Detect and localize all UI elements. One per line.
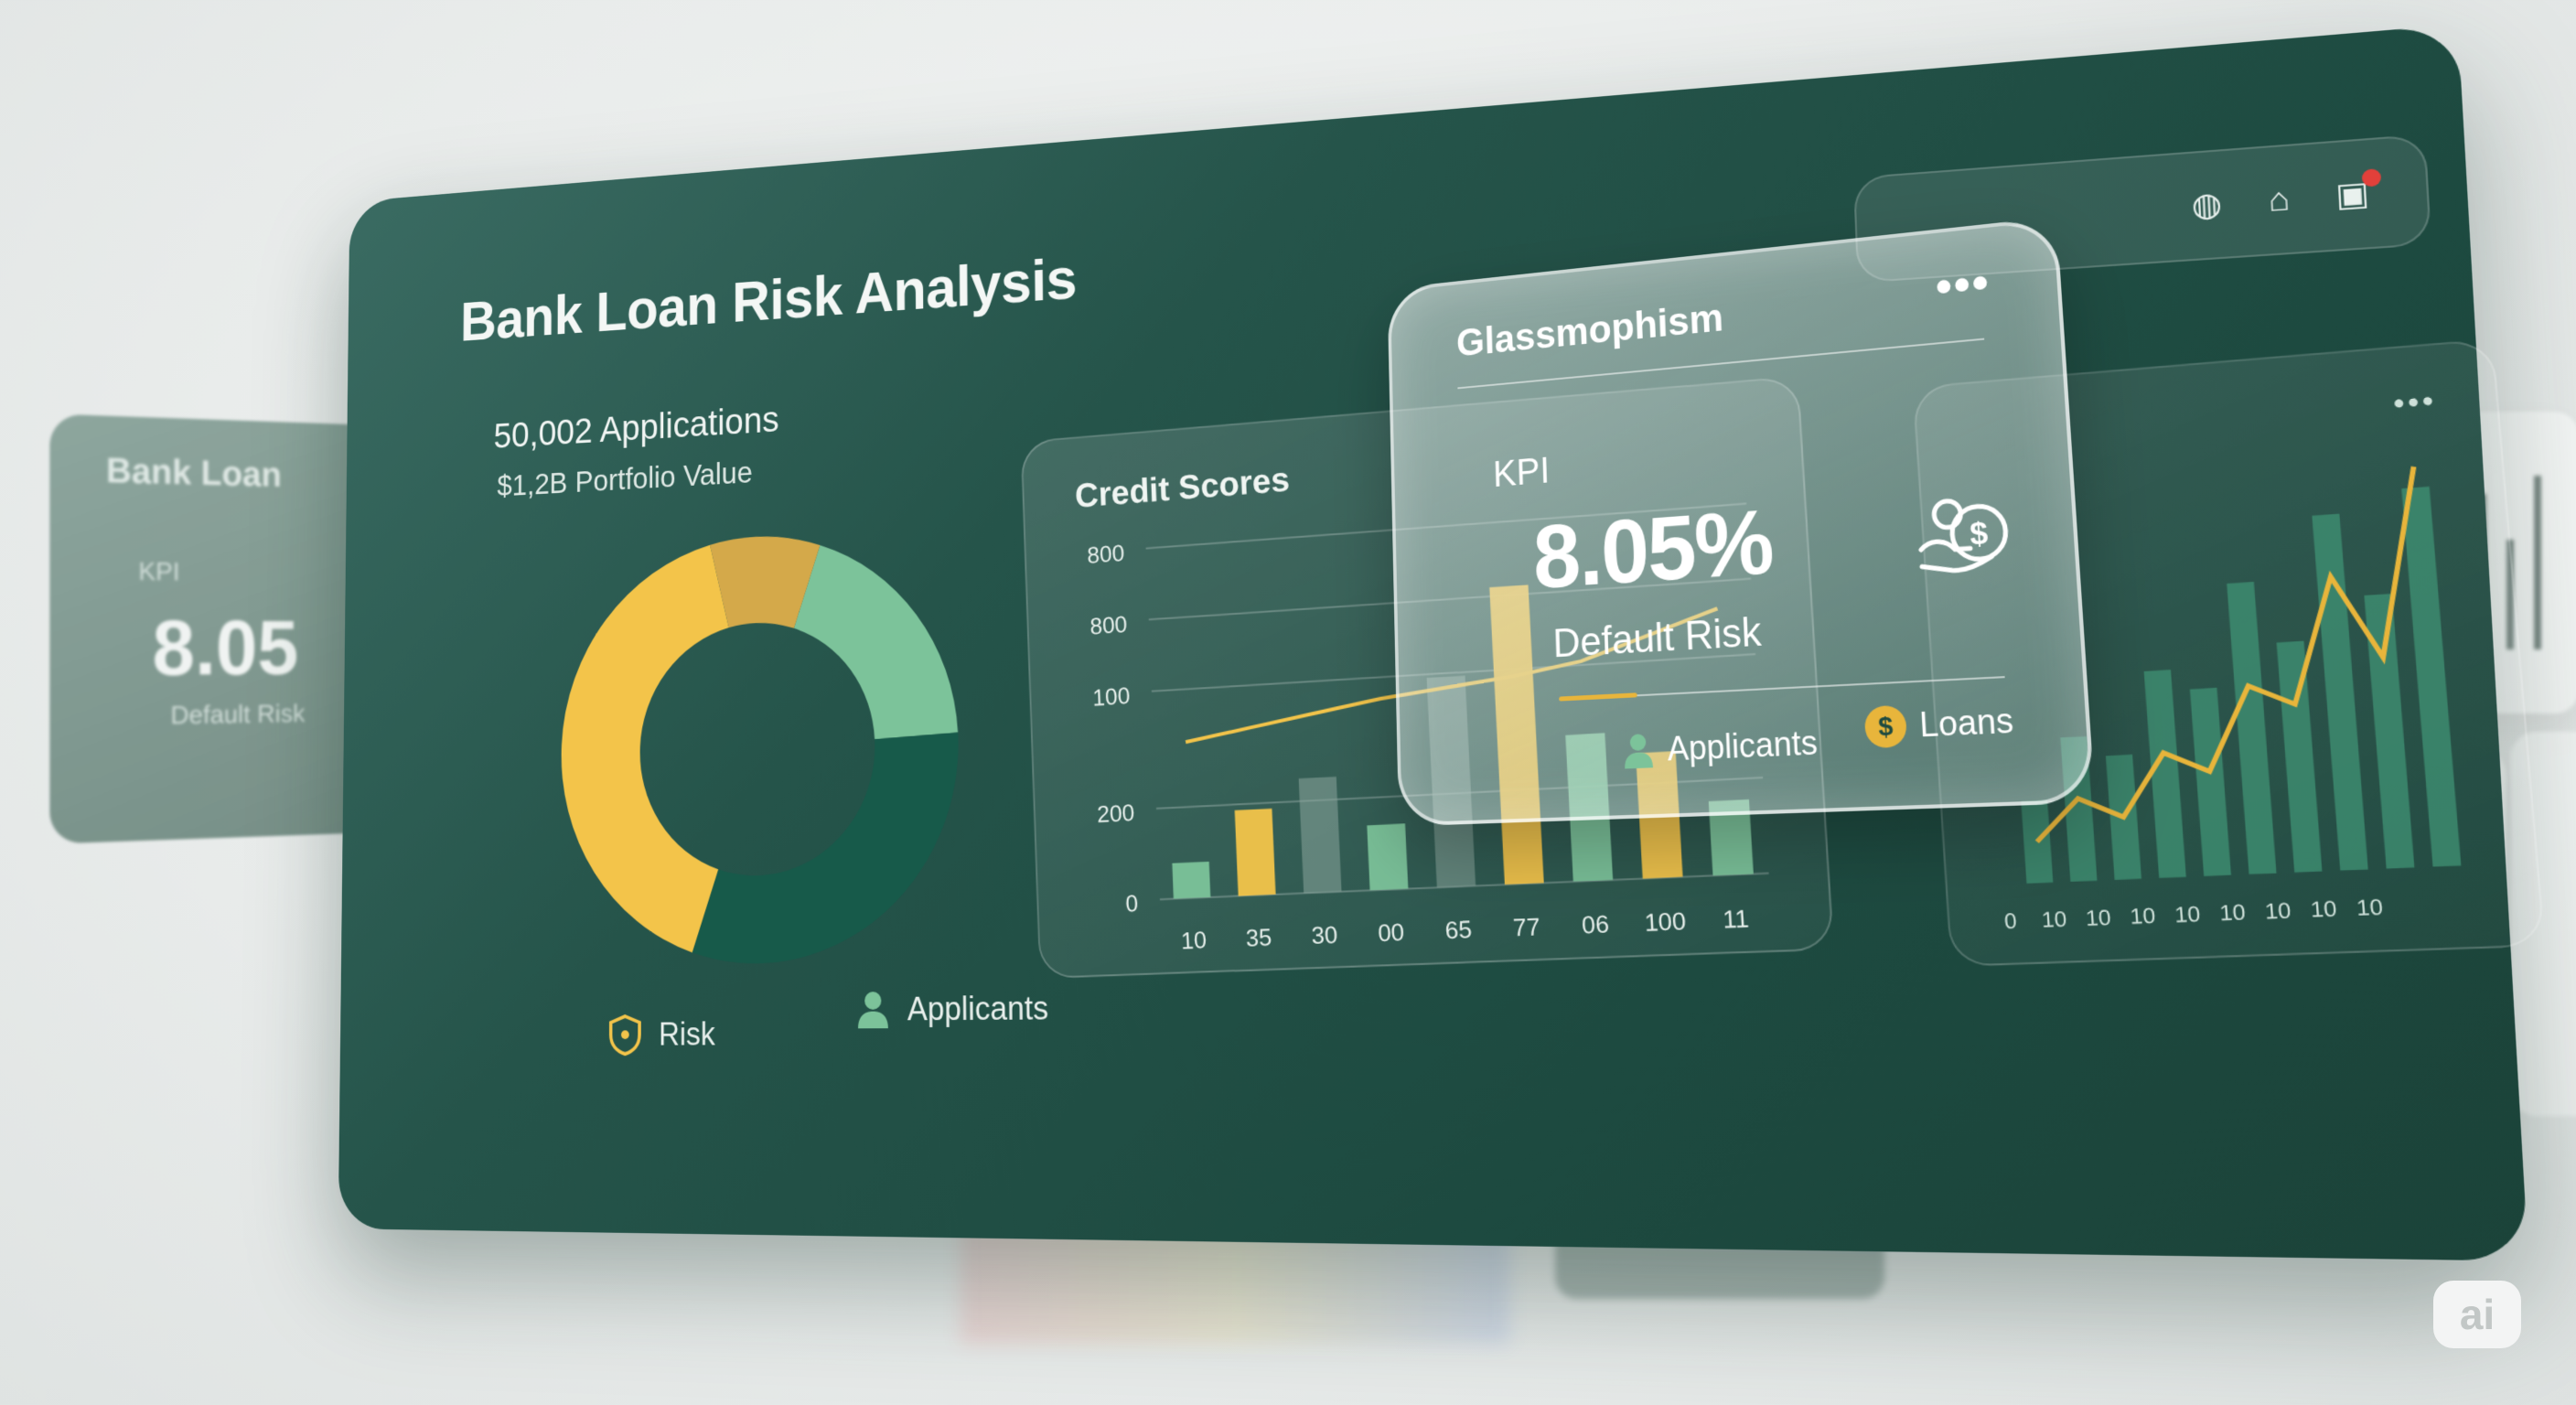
credit-bar [1367, 823, 1409, 891]
donut-chart [560, 533, 961, 965]
x-tick-label: 11 [1722, 906, 1749, 934]
legend-applicants[interactable]: Applicants [855, 988, 1048, 1031]
bell-icon[interactable]: ⌂ [2258, 179, 2302, 220]
x-tick-label: 35 [1245, 925, 1272, 952]
trend-bar [2312, 513, 2368, 871]
glass-kpi-card: Glassmophism ••• KPI 8.05% Default Risk … [1387, 216, 2096, 827]
glass-legend-applicants[interactable]: Applicants [1621, 724, 1819, 771]
ghost-card-value: 8.05 [152, 604, 299, 692]
shield-icon [607, 1013, 642, 1056]
svg-text:$: $ [1969, 515, 1989, 552]
credit-bar [1298, 776, 1342, 894]
x-tick-label: 77 [1512, 914, 1540, 942]
trend-x-tick-label: 0 [2003, 909, 2017, 934]
legend-risk-label: Risk [659, 1015, 715, 1053]
y-tick-label: 800 [1089, 612, 1128, 640]
coin-icon: $ [1863, 704, 1908, 749]
trend-x-tick-label: 10 [2264, 898, 2292, 924]
credit-bar [1172, 861, 1211, 899]
more-menu-icon[interactable]: ••• [1934, 255, 1991, 314]
glass-legend-applicants-label: Applicants [1666, 723, 1819, 768]
ghost-card-label: Default Risk [170, 699, 306, 730]
x-tick-label: 10 [1181, 928, 1208, 955]
x-tick-label: 06 [1581, 911, 1610, 939]
donut-segment-green-light [793, 538, 959, 742]
portfolio-value: $1,2B Portfolio Value [497, 456, 753, 503]
globe-icon[interactable]: ◍ [2185, 185, 2228, 226]
donut-segment-green-dark [692, 732, 961, 965]
trend-x-tick-label: 10 [2218, 900, 2246, 926]
trend-bar [2189, 687, 2232, 876]
trend-bar [2401, 486, 2462, 867]
default-risk-value: 8.05% [1531, 490, 1775, 608]
kpi-label: KPI [1492, 448, 1551, 495]
glass-legend-loans-label: Loans [1918, 701, 2015, 745]
trend-x-tick-label: 10 [2085, 906, 2111, 931]
trend-x-tick-label: 10 [2130, 904, 2157, 929]
applications-count: 50,002 Applications [493, 398, 779, 456]
notification-badge [2361, 168, 2382, 188]
glass-card-title: Glassmophism [1455, 295, 1724, 366]
x-tick-label: 00 [1378, 919, 1405, 948]
glass-accent-bar [1559, 692, 1637, 702]
trend-bar [2276, 640, 2323, 873]
trend-bar [2227, 581, 2277, 874]
dashboard-title: Bank Loan Risk Analysis [459, 245, 1078, 353]
ai-badge: ai [2433, 1281, 2521, 1348]
trend-x-tick-label: 10 [2174, 902, 2201, 928]
credit-bar [1234, 808, 1276, 896]
trend-x-tick-label: 10 [2041, 907, 2067, 933]
x-tick-label: 30 [1311, 922, 1338, 949]
trend-x-tick-label: 10 [2356, 895, 2384, 920]
person-icon [857, 992, 888, 1029]
default-risk-label: Default Risk [1551, 609, 1763, 667]
glass-legend-loans[interactable]: $ Loans [1863, 700, 2015, 749]
ghost-card-kpi-label: KPI [138, 556, 180, 586]
x-tick-label: 100 [1644, 908, 1687, 938]
donut-segment-yellow [560, 543, 729, 955]
legend-applicants-label: Applicants [907, 989, 1049, 1028]
y-tick-label: 100 [1092, 683, 1131, 712]
panel-menu-icon[interactable]: ••• [2392, 385, 2438, 422]
y-tick-label: 800 [1087, 541, 1125, 569]
trend-x-tick-label: 10 [2310, 896, 2338, 922]
y-tick-label: 0 [1125, 891, 1139, 917]
y-tick-label: 200 [1097, 800, 1135, 829]
x-tick-label: 65 [1444, 917, 1473, 945]
ghost-card-title: Bank Loan [105, 451, 282, 495]
person-icon [1624, 734, 1654, 769]
money-hand-icon: $ [1908, 475, 2029, 595]
legend-risk[interactable]: Risk [607, 1013, 715, 1056]
